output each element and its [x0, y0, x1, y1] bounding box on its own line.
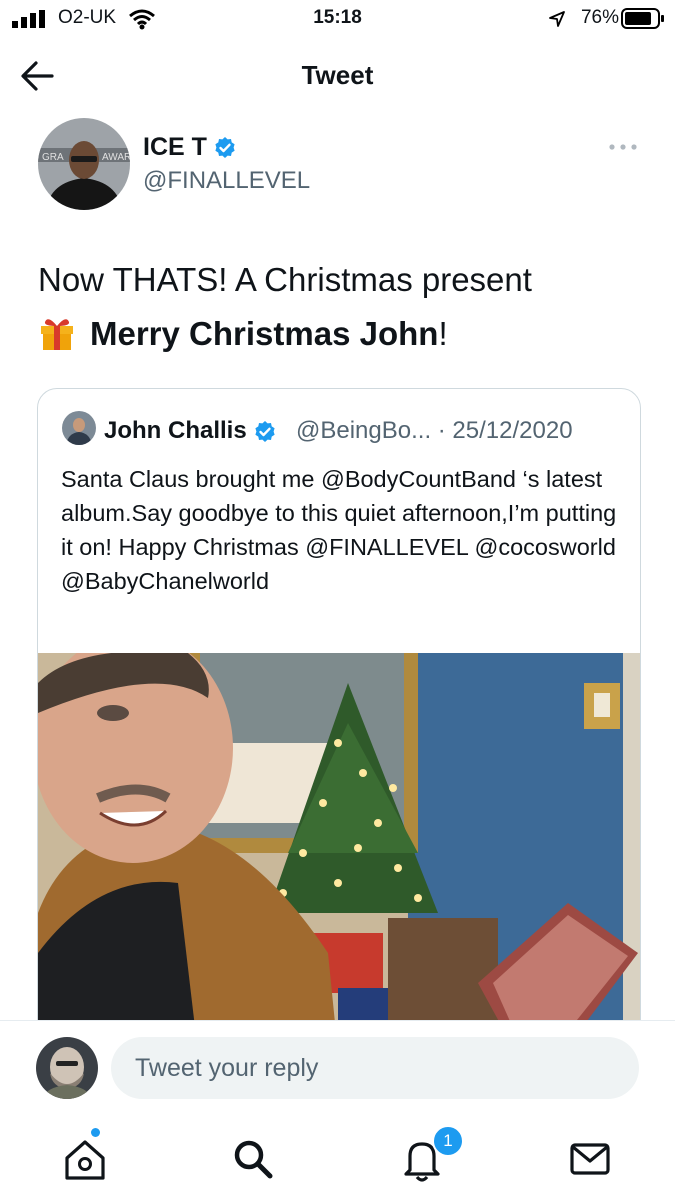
author-name-text: ICE T	[143, 133, 207, 161]
search-icon[interactable]	[222, 1128, 282, 1188]
tweet-text-line1: Now THATS! A Christmas present	[38, 261, 532, 298]
reply-input[interactable]	[111, 1037, 639, 1099]
tweet-text-bold: Merry Christmas John	[90, 315, 439, 352]
page-title: Tweet	[301, 60, 374, 90]
gift-emoji-icon	[41, 319, 73, 350]
quoted-tweet[interactable]: John Challis @BeingBo... · 25/12/2020 Sa…	[37, 388, 641, 1050]
status-time: 15:18	[313, 7, 362, 28]
more-options-icon[interactable]	[608, 139, 638, 155]
battery-icon	[621, 8, 664, 29]
messages-mail-icon[interactable]	[560, 1128, 620, 1188]
reply-bar	[0, 1020, 675, 1121]
status-bar: O2-UK 15:18 76%	[0, 0, 675, 38]
home-icon[interactable]	[55, 1128, 115, 1188]
quoted-photo[interactable]	[38, 653, 640, 1050]
quoted-text: Santa Claus brought me @BodyCountBand ‘s…	[61, 466, 617, 594]
location-arrow-icon	[549, 11, 565, 27]
tab-bar	[0, 1120, 675, 1200]
battery-percent: 76%	[580, 7, 619, 28]
tweet-text-end: !	[438, 315, 448, 352]
quoted-meta: @BeingBo... · 25/12/2020	[296, 417, 573, 444]
my-avatar[interactable]	[36, 1037, 98, 1099]
quoted-author-name-text: John Challis	[104, 417, 247, 444]
quoted-author-name: John Challis	[104, 417, 277, 445]
home-new-content-dot	[91, 1128, 100, 1137]
svg-text:GRA: GRA	[42, 152, 64, 163]
tweet-text-line2: Merry Christmas John!	[38, 307, 638, 361]
author-handle[interactable]: @FINALLEVEL	[143, 167, 310, 195]
verified-badge-icon	[215, 137, 235, 159]
author-avatar[interactable]: GRA AWAR	[38, 118, 130, 210]
notifications-badge: 1	[432, 1125, 464, 1157]
tweet-text: Now THATS! A Christmas present Merry Chr…	[38, 253, 638, 361]
author-name[interactable]: ICE T	[143, 133, 237, 162]
svg-text:AWAR: AWAR	[102, 152, 130, 163]
verified-badge-icon	[255, 420, 275, 442]
quoted-author-avatar	[62, 411, 96, 445]
